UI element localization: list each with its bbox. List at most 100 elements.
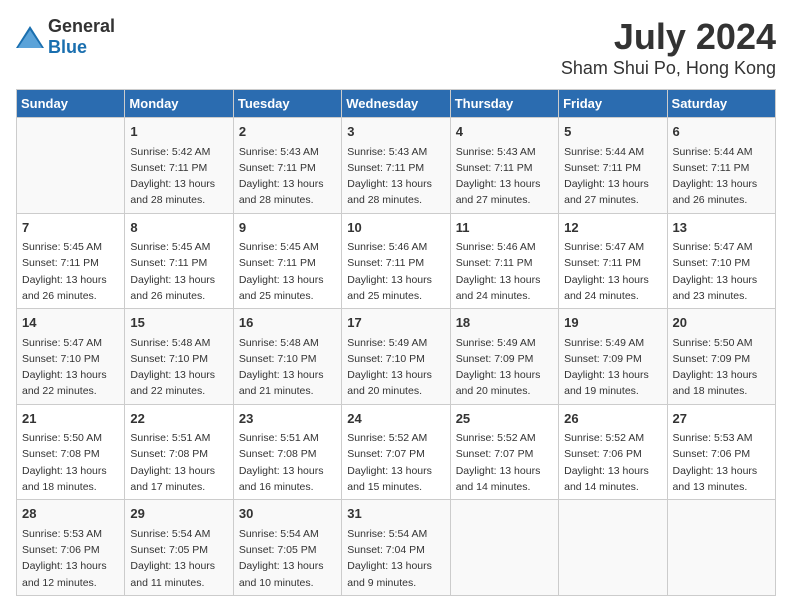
day-info: Sunrise: 5:52 AM Sunset: 7:07 PM Dayligh… (347, 430, 444, 495)
main-title: July 2024 (561, 16, 776, 58)
calendar-cell: 21Sunrise: 5:50 AM Sunset: 7:08 PM Dayli… (17, 404, 125, 500)
logo-icon (16, 26, 44, 48)
calendar-cell: 13Sunrise: 5:47 AM Sunset: 7:10 PM Dayli… (667, 213, 775, 309)
calendar-cell: 16Sunrise: 5:48 AM Sunset: 7:10 PM Dayli… (233, 309, 341, 405)
week-row-2: 7Sunrise: 5:45 AM Sunset: 7:11 PM Daylig… (17, 213, 776, 309)
day-number: 20 (673, 313, 770, 333)
day-info: Sunrise: 5:43 AM Sunset: 7:11 PM Dayligh… (239, 144, 336, 209)
header-tuesday: Tuesday (233, 90, 341, 118)
logo-general: General (48, 16, 115, 36)
calendar-cell (667, 500, 775, 596)
day-number: 29 (130, 504, 227, 524)
day-number: 19 (564, 313, 661, 333)
logo-text: General Blue (48, 16, 115, 58)
day-info: Sunrise: 5:47 AM Sunset: 7:11 PM Dayligh… (564, 239, 661, 304)
day-number: 27 (673, 409, 770, 429)
day-info: Sunrise: 5:54 AM Sunset: 7:04 PM Dayligh… (347, 526, 444, 591)
day-info: Sunrise: 5:54 AM Sunset: 7:05 PM Dayligh… (130, 526, 227, 591)
calendar-cell (559, 500, 667, 596)
calendar-cell: 22Sunrise: 5:51 AM Sunset: 7:08 PM Dayli… (125, 404, 233, 500)
day-number: 23 (239, 409, 336, 429)
header-thursday: Thursday (450, 90, 558, 118)
calendar-table: SundayMondayTuesdayWednesdayThursdayFrid… (16, 89, 776, 596)
day-number: 3 (347, 122, 444, 142)
day-info: Sunrise: 5:49 AM Sunset: 7:10 PM Dayligh… (347, 335, 444, 400)
day-number: 12 (564, 218, 661, 238)
calendar-cell: 29Sunrise: 5:54 AM Sunset: 7:05 PM Dayli… (125, 500, 233, 596)
day-number: 14 (22, 313, 119, 333)
week-row-3: 14Sunrise: 5:47 AM Sunset: 7:10 PM Dayli… (17, 309, 776, 405)
day-info: Sunrise: 5:44 AM Sunset: 7:11 PM Dayligh… (564, 144, 661, 209)
calendar-cell: 4Sunrise: 5:43 AM Sunset: 7:11 PM Daylig… (450, 118, 558, 214)
day-number: 15 (130, 313, 227, 333)
day-number: 22 (130, 409, 227, 429)
calendar-cell: 25Sunrise: 5:52 AM Sunset: 7:07 PM Dayli… (450, 404, 558, 500)
calendar-cell: 18Sunrise: 5:49 AM Sunset: 7:09 PM Dayli… (450, 309, 558, 405)
calendar-cell: 14Sunrise: 5:47 AM Sunset: 7:10 PM Dayli… (17, 309, 125, 405)
day-number: 11 (456, 218, 553, 238)
calendar-cell: 30Sunrise: 5:54 AM Sunset: 7:05 PM Dayli… (233, 500, 341, 596)
logo: General Blue (16, 16, 115, 58)
header-wednesday: Wednesday (342, 90, 450, 118)
day-number: 8 (130, 218, 227, 238)
calendar-cell: 31Sunrise: 5:54 AM Sunset: 7:04 PM Dayli… (342, 500, 450, 596)
day-info: Sunrise: 5:48 AM Sunset: 7:10 PM Dayligh… (130, 335, 227, 400)
day-number: 21 (22, 409, 119, 429)
calendar-cell: 6Sunrise: 5:44 AM Sunset: 7:11 PM Daylig… (667, 118, 775, 214)
day-info: Sunrise: 5:42 AM Sunset: 7:11 PM Dayligh… (130, 144, 227, 209)
day-info: Sunrise: 5:47 AM Sunset: 7:10 PM Dayligh… (22, 335, 119, 400)
day-number: 2 (239, 122, 336, 142)
calendar-cell: 26Sunrise: 5:52 AM Sunset: 7:06 PM Dayli… (559, 404, 667, 500)
day-number: 5 (564, 122, 661, 142)
week-row-4: 21Sunrise: 5:50 AM Sunset: 7:08 PM Dayli… (17, 404, 776, 500)
day-info: Sunrise: 5:44 AM Sunset: 7:11 PM Dayligh… (673, 144, 770, 209)
day-number: 31 (347, 504, 444, 524)
day-info: Sunrise: 5:49 AM Sunset: 7:09 PM Dayligh… (456, 335, 553, 400)
day-info: Sunrise: 5:53 AM Sunset: 7:06 PM Dayligh… (673, 430, 770, 495)
header-row: SundayMondayTuesdayWednesdayThursdayFrid… (17, 90, 776, 118)
week-row-1: 1Sunrise: 5:42 AM Sunset: 7:11 PM Daylig… (17, 118, 776, 214)
calendar-cell: 19Sunrise: 5:49 AM Sunset: 7:09 PM Dayli… (559, 309, 667, 405)
day-number: 30 (239, 504, 336, 524)
day-info: Sunrise: 5:51 AM Sunset: 7:08 PM Dayligh… (239, 430, 336, 495)
day-number: 24 (347, 409, 444, 429)
calendar-cell: 5Sunrise: 5:44 AM Sunset: 7:11 PM Daylig… (559, 118, 667, 214)
logo-blue: Blue (48, 37, 87, 57)
day-info: Sunrise: 5:47 AM Sunset: 7:10 PM Dayligh… (673, 239, 770, 304)
day-info: Sunrise: 5:48 AM Sunset: 7:10 PM Dayligh… (239, 335, 336, 400)
calendar-cell: 20Sunrise: 5:50 AM Sunset: 7:09 PM Dayli… (667, 309, 775, 405)
calendar-cell: 28Sunrise: 5:53 AM Sunset: 7:06 PM Dayli… (17, 500, 125, 596)
day-info: Sunrise: 5:45 AM Sunset: 7:11 PM Dayligh… (22, 239, 119, 304)
day-info: Sunrise: 5:45 AM Sunset: 7:11 PM Dayligh… (130, 239, 227, 304)
day-number: 26 (564, 409, 661, 429)
day-info: Sunrise: 5:51 AM Sunset: 7:08 PM Dayligh… (130, 430, 227, 495)
day-number: 4 (456, 122, 553, 142)
calendar-cell: 9Sunrise: 5:45 AM Sunset: 7:11 PM Daylig… (233, 213, 341, 309)
calendar-cell (17, 118, 125, 214)
day-info: Sunrise: 5:52 AM Sunset: 7:06 PM Dayligh… (564, 430, 661, 495)
subtitle: Sham Shui Po, Hong Kong (561, 58, 776, 79)
day-info: Sunrise: 5:43 AM Sunset: 7:11 PM Dayligh… (347, 144, 444, 209)
day-number: 16 (239, 313, 336, 333)
day-info: Sunrise: 5:46 AM Sunset: 7:11 PM Dayligh… (347, 239, 444, 304)
day-number: 10 (347, 218, 444, 238)
calendar-cell: 24Sunrise: 5:52 AM Sunset: 7:07 PM Dayli… (342, 404, 450, 500)
day-info: Sunrise: 5:50 AM Sunset: 7:08 PM Dayligh… (22, 430, 119, 495)
header-sunday: Sunday (17, 90, 125, 118)
calendar-cell: 17Sunrise: 5:49 AM Sunset: 7:10 PM Dayli… (342, 309, 450, 405)
day-info: Sunrise: 5:46 AM Sunset: 7:11 PM Dayligh… (456, 239, 553, 304)
day-info: Sunrise: 5:49 AM Sunset: 7:09 PM Dayligh… (564, 335, 661, 400)
calendar-cell: 23Sunrise: 5:51 AM Sunset: 7:08 PM Dayli… (233, 404, 341, 500)
day-info: Sunrise: 5:53 AM Sunset: 7:06 PM Dayligh… (22, 526, 119, 591)
page-header: General Blue July 2024 Sham Shui Po, Hon… (16, 16, 776, 79)
day-number: 1 (130, 122, 227, 142)
calendar-cell: 7Sunrise: 5:45 AM Sunset: 7:11 PM Daylig… (17, 213, 125, 309)
calendar-cell (450, 500, 558, 596)
day-info: Sunrise: 5:52 AM Sunset: 7:07 PM Dayligh… (456, 430, 553, 495)
day-number: 18 (456, 313, 553, 333)
week-row-5: 28Sunrise: 5:53 AM Sunset: 7:06 PM Dayli… (17, 500, 776, 596)
calendar-cell: 10Sunrise: 5:46 AM Sunset: 7:11 PM Dayli… (342, 213, 450, 309)
header-monday: Monday (125, 90, 233, 118)
day-number: 13 (673, 218, 770, 238)
day-info: Sunrise: 5:45 AM Sunset: 7:11 PM Dayligh… (239, 239, 336, 304)
